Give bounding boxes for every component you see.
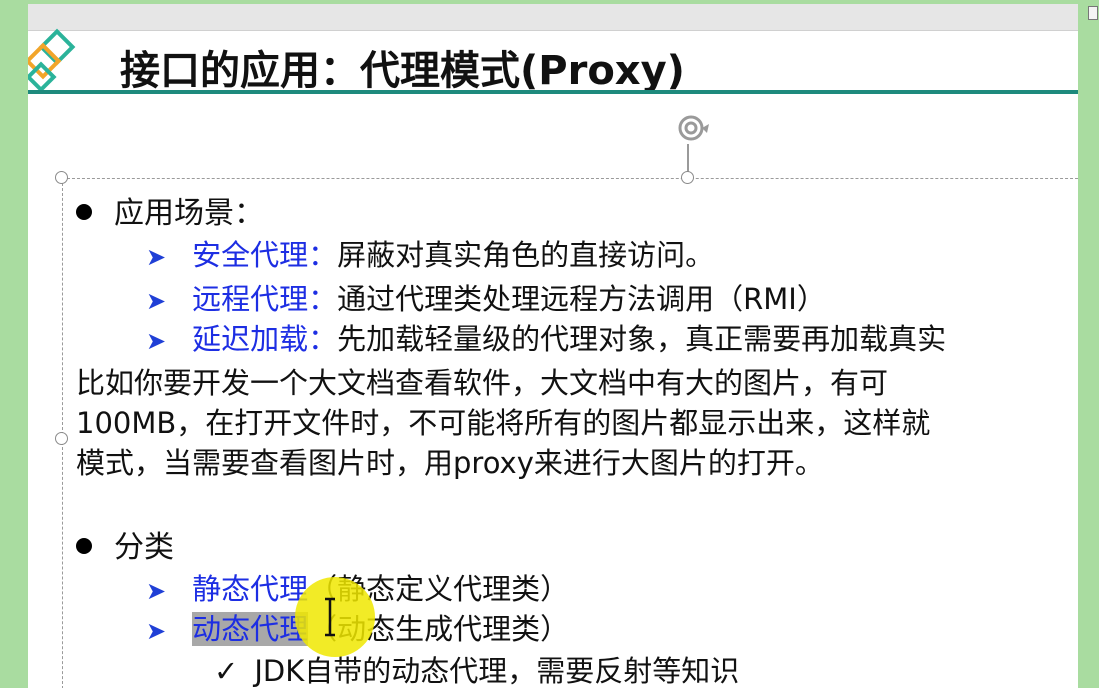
bullet-dot-icon bbox=[76, 537, 92, 554]
logo-diamond-icon bbox=[28, 28, 76, 93]
arrow-bullet-icon: ➤ bbox=[146, 243, 167, 271]
sub-item-label: 静态代理 bbox=[192, 572, 309, 606]
bullet-item-scenarios: 应用场景： bbox=[76, 188, 264, 232]
arrow-bullet-icon: ➤ bbox=[146, 577, 167, 605]
check-item-text: JDK自带的动态代理，需要反射等知识 bbox=[254, 654, 740, 688]
bullet-heading: 应用场景： bbox=[114, 196, 264, 231]
sub-item-text: 通过代理类处理远程方法调用（RMI） bbox=[337, 282, 826, 316]
sub-item-text: 屏蔽对真实角色的直接访问。 bbox=[337, 238, 715, 272]
bullet-item-classification: 分类 bbox=[76, 522, 174, 566]
paragraph-line-3: 模式，当需要查看图片时，用proxy来进行大图片的打开。 bbox=[76, 446, 824, 480]
sub-item-text: 先加载轻量级的代理对象，真正需要再加载真实 bbox=[337, 322, 947, 356]
check-icon: ✓ bbox=[214, 654, 239, 688]
resize-handle-left-middle[interactable] bbox=[55, 432, 68, 445]
sub-item-label: 延迟加载： bbox=[192, 322, 338, 356]
check-item-jdk: ✓ JDK自带的动态代理，需要反射等知识 bbox=[214, 648, 739, 688]
bullet-heading: 分类 bbox=[114, 530, 174, 565]
bullet-dot-icon bbox=[76, 203, 92, 220]
rotate-handle-icon[interactable] bbox=[673, 108, 713, 148]
slide-title: 接口的应用：代理模式(Proxy) bbox=[120, 48, 685, 94]
ibeam-cursor-icon bbox=[325, 597, 335, 637]
arrow-bullet-icon: ➤ bbox=[146, 287, 167, 315]
paragraph-line-1: 比如你要开发一个大文档查看软件，大文档中有大的图片，有可 bbox=[76, 366, 889, 400]
sub-item-security-proxy: ➤ 安全代理：屏蔽对真实角色的直接访问。 bbox=[146, 232, 714, 274]
slide-canvas: 接口的应用：代理模式(Proxy) 应用场景： ➤ 安全代理：屏蔽对真实角色的直接… bbox=[28, 4, 1078, 688]
resize-handle-top-center[interactable] bbox=[681, 171, 694, 184]
sub-item-remote-proxy: ➤ 远程代理：通过代理类处理远程方法调用（RMI） bbox=[146, 276, 826, 318]
paragraph-line-2: 100MB，在打开文件时，不可能将所有的图片都显示出来，这样就 bbox=[76, 406, 931, 440]
document-icon[interactable] bbox=[1088, 6, 1098, 20]
sub-item-lazy-loading: ➤ 延迟加载：先加载轻量级的代理对象，真正需要再加载真实 bbox=[146, 316, 946, 358]
title-underline bbox=[28, 90, 1078, 94]
resize-handle-top-left[interactable] bbox=[55, 171, 68, 184]
arrow-bullet-icon: ➤ bbox=[146, 327, 167, 355]
arrow-bullet-icon: ➤ bbox=[146, 617, 167, 645]
slide-top-strip bbox=[28, 4, 1078, 31]
sub-item-label: 安全代理： bbox=[192, 238, 338, 272]
sub-item-label: 远程代理： bbox=[192, 282, 338, 316]
selected-text[interactable]: 动态代理 bbox=[192, 612, 309, 646]
